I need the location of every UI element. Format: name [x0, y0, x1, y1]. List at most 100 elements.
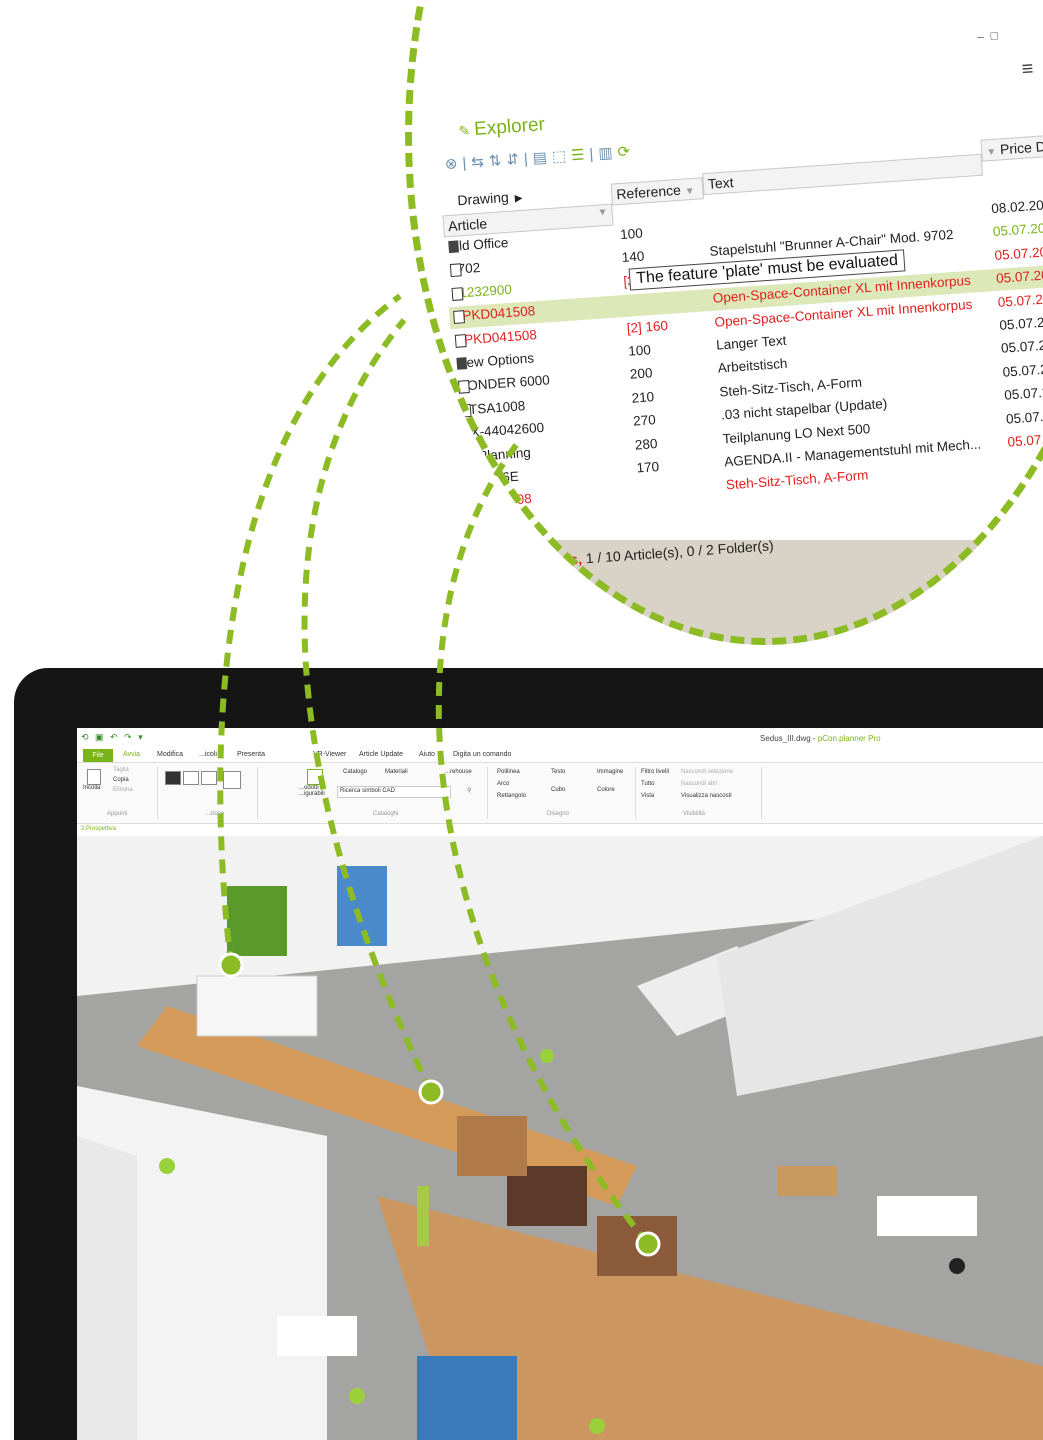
rectangle-button[interactable]: Rettangolo: [497, 793, 526, 799]
cell-article: APKD041508: [453, 303, 536, 325]
cell-date: 05.07.2022: [1002, 359, 1043, 380]
cell-text: Langer Text: [715, 332, 787, 353]
cell-date: 05.07.2022: [992, 219, 1043, 240]
cut-button[interactable]: Taglia: [113, 767, 129, 773]
folder-icon: [448, 240, 460, 254]
office-render: [77, 836, 1043, 1440]
show-hidden-button[interactable]: Visualizza nascosti: [681, 793, 732, 799]
filter-icon[interactable]: ▼: [986, 147, 997, 159]
arc-button[interactable]: Arco: [497, 781, 509, 787]
color-button[interactable]: Colore: [597, 787, 615, 793]
stage: ⟲ ▣ ↶ ↷ ▾ Sedus_III.dwg - pCon.planner P…: [0, 0, 1043, 1440]
swap-icon[interactable]: ⇆: [471, 153, 490, 171]
cell-reference: 270: [632, 412, 657, 429]
document-icon: [454, 333, 467, 348]
box-icon[interactable]: [223, 771, 241, 789]
armchair: [597, 1216, 677, 1276]
text-button[interactable]: Testo: [551, 769, 565, 775]
cell-date: 05.07.2022: [997, 289, 1043, 310]
filter-icon[interactable]: ▼: [597, 207, 608, 219]
columns-icon[interactable]: ▥: [598, 144, 618, 162]
select-icon[interactable]: ⬚: [551, 147, 571, 165]
configurable-products-button[interactable]: ...odotti ...igurabili: [299, 785, 325, 797]
shelf: [196, 975, 318, 1037]
command-prompt[interactable]: Digita un comando: [453, 751, 511, 758]
ribbon-separator: [635, 767, 636, 819]
folder-icon[interactable]: ▤: [532, 149, 552, 167]
search-icon[interactable]: ⚲: [467, 787, 471, 794]
tab-articoli[interactable]: ...icoli: [199, 751, 217, 758]
column-reference[interactable]: Reference ▼: [610, 177, 704, 206]
cell-text: Arbeitstisch: [717, 356, 788, 376]
cell-reference: 140: [621, 248, 645, 266]
column-text[interactable]: Text: [702, 153, 983, 196]
materials-button[interactable]: Materiali: [385, 769, 408, 775]
catalog-button[interactable]: Catalogo: [343, 769, 367, 775]
pin-icon[interactable]: ✎: [458, 122, 471, 139]
hide-selection-button[interactable]: Nascondi selezione: [681, 769, 733, 775]
3d-viewport[interactable]: [77, 836, 1043, 1440]
layer-filter-button[interactable]: Filtro livelli: [641, 769, 669, 775]
document-icon: [464, 473, 477, 488]
cell-article: STSA0808: [466, 491, 532, 511]
article-label: STSA0808: [466, 491, 533, 511]
cell-reference: 170: [636, 458, 660, 476]
cell-reference: [2] 160: [626, 317, 669, 336]
cube-button[interactable]: Cubo: [551, 787, 565, 793]
sort-asc-icon[interactable]: ⇅: [488, 152, 507, 170]
copy-button[interactable]: Copia: [113, 777, 129, 783]
ribbon-separator: [487, 767, 488, 819]
menu-bar: File Avvia Modifica ...icoli Presenta VR…: [77, 747, 1043, 763]
column-price-date[interactable]: ▼ Price Date: [980, 132, 1043, 162]
group-by-drawing[interactable]: Drawing ▶: [457, 188, 523, 209]
hamburger-icon[interactable]: ≡: [1021, 58, 1034, 82]
article-label: SONDER 6000: [457, 372, 551, 395]
cad-search-input[interactable]: Ricerca simboli CAD: [337, 786, 451, 798]
clear-icon[interactable]: ⊗: [444, 155, 463, 173]
article-label: APKD041508: [454, 326, 538, 348]
status-bar: ...encies, 1 / 10 Article(s), 0 / 2 Fold…: [522, 537, 775, 571]
green-screen: [417, 1186, 429, 1246]
cell-article: AZKM6E: [464, 469, 519, 488]
article-label: XX-44042600: [461, 420, 545, 441]
delete-button[interactable]: Elimina: [113, 787, 133, 793]
tab-modifica[interactable]: Modifica: [157, 751, 183, 758]
tab-vr-viewer[interactable]: VR-Viewer: [313, 751, 346, 758]
quick-access-icons[interactable]: ⟲ ▣ ↶ ↷ ▾: [81, 732, 145, 743]
all-button[interactable]: Tutto: [641, 781, 654, 787]
tab-aiuto[interactable]: Aiuto: [419, 751, 435, 758]
view-selector[interactable]: 2.Prospettiva: [81, 826, 116, 832]
tab-presenta[interactable]: Presenta: [237, 751, 265, 758]
cell-date: 05.07.2022: [1000, 336, 1043, 357]
wood-divider: [457, 1116, 527, 1176]
layout-icon[interactable]: [165, 771, 181, 785]
frame-icon[interactable]: [183, 771, 199, 785]
paste-icon[interactable]: [87, 769, 101, 785]
tab-article-update[interactable]: Article Update: [359, 751, 403, 758]
menu-file[interactable]: File: [83, 749, 113, 762]
image-button[interactable]: Immagine: [597, 769, 623, 775]
cell-article: Old Office: [448, 235, 509, 254]
minimize-icon[interactable]: –: [977, 29, 985, 43]
cell-date: 05.07.2022: [1005, 406, 1043, 427]
polyline-button[interactable]: Polilinea: [497, 769, 520, 775]
ribbon-separator: [157, 767, 158, 819]
sort-desc-icon[interactable]: ⇵: [506, 151, 525, 169]
nature-picture: [227, 886, 287, 956]
paste-button[interactable]: Incolla: [83, 785, 100, 791]
layers-icon[interactable]: ☰: [570, 146, 590, 164]
update-icon[interactable]: ⟳: [617, 143, 636, 161]
cell-reference: 100: [619, 225, 644, 243]
magnifier-content: ✎ Explorer – □ ≡ ⊗|⇆⇅⇵|▤⬚☰|▥⟳ Drawing ▶ Ar…: [405, 0, 1043, 645]
maximize-icon[interactable]: □: [990, 28, 998, 42]
window-icon[interactable]: [201, 771, 217, 785]
view-button[interactable]: Vista: [641, 793, 654, 799]
chair: [949, 1258, 965, 1274]
configurable-icon[interactable]: [307, 769, 323, 785]
desk: [877, 1196, 977, 1236]
filter-icon[interactable]: ▼: [684, 186, 695, 198]
hide-others-button[interactable]: Nascondi altri: [681, 781, 717, 787]
warehouse-button[interactable]: ...rehouse: [445, 769, 472, 775]
tab-avvia[interactable]: Avvia: [123, 751, 140, 758]
cell-article: New Options: [456, 350, 534, 370]
